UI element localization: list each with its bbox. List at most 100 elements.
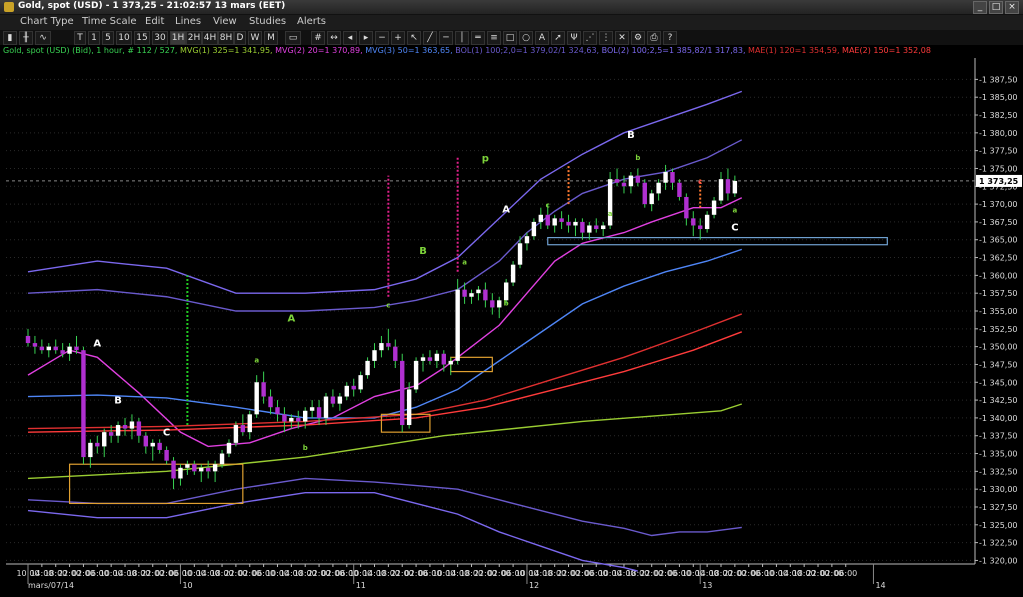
vertical-line-icon[interactable]: │	[455, 31, 469, 45]
grid-icon[interactable]: #	[311, 31, 325, 45]
fibonacci-icon[interactable]: ≡	[487, 31, 501, 45]
y-tick-label: -1 355,00	[979, 307, 1018, 316]
pitchfork-icon[interactable]: Ψ	[567, 31, 581, 45]
candle-body	[199, 467, 204, 472]
period-d-button[interactable]: D	[234, 31, 246, 45]
y-tick-label: -1 377,50	[979, 147, 1018, 156]
menu-view[interactable]: View	[213, 16, 237, 27]
candle-body	[108, 432, 114, 436]
rectangle-tool-icon[interactable]: □	[503, 31, 517, 45]
x-date-label: 13	[702, 581, 712, 590]
candle-body	[670, 172, 675, 183]
period-m-button[interactable]: M	[264, 31, 278, 45]
period-w-button[interactable]: W	[248, 31, 262, 45]
candle-body	[365, 360, 370, 376]
candle-body	[53, 346, 58, 351]
period-1h-button[interactable]: 1H	[170, 31, 186, 45]
candle-body	[594, 225, 599, 230]
candle-body	[545, 214, 550, 226]
candle-body	[254, 382, 259, 415]
candle-body	[600, 225, 606, 230]
candle-body	[289, 417, 294, 422]
y-tick-label: -1 350,00	[979, 343, 1018, 352]
menu-edit[interactable]: Edit	[145, 16, 164, 27]
menu-studies[interactable]: Studies	[249, 16, 286, 27]
arrow-tool-icon[interactable]: ➚	[551, 31, 565, 45]
candle-body	[185, 464, 190, 468]
period-2h-button[interactable]: 2H	[186, 31, 202, 45]
channel-icon[interactable]: ═	[471, 31, 485, 45]
y-tick-label: -1 340,00	[979, 414, 1018, 423]
minimize-button[interactable]: _	[973, 1, 987, 14]
menu-time-scale[interactable]: Time Scale	[82, 16, 137, 27]
candle-body	[427, 357, 433, 361]
candlestick-icon[interactable]: ╫	[19, 31, 33, 45]
y-tick-label: -1 325,00	[979, 521, 1018, 530]
candle-body	[81, 350, 86, 458]
period-tick-button[interactable]: T	[74, 31, 86, 45]
toolbar: ▮ ╫ ∿ T 1 5 10 15 30 1H 2H 4H 8H D W M ▭…	[0, 30, 1023, 45]
maximize-button[interactable]: □	[989, 1, 1003, 14]
candle-body	[115, 425, 121, 436]
delete-drawings-icon[interactable]: ✕	[615, 31, 629, 45]
x-date-label: 10	[182, 581, 192, 590]
candle-body	[614, 179, 620, 183]
candle-body	[226, 442, 232, 454]
menu-alerts[interactable]: Alerts	[297, 16, 326, 27]
cursor-icon[interactable]: ↖	[407, 31, 421, 45]
gann-fan-icon[interactable]: ⋰	[583, 31, 597, 45]
scroll-right-icon[interactable]: ▸	[359, 31, 373, 45]
candle-body	[282, 414, 287, 422]
candle	[607, 172, 613, 230]
crosshair-icon[interactable]: ▭	[285, 31, 301, 45]
candle-body	[711, 200, 717, 215]
candle-body	[732, 180, 738, 194]
zoom-out-icon[interactable]: −	[375, 31, 389, 45]
period-10-button[interactable]: 10	[116, 31, 132, 45]
wave-label: C	[731, 222, 738, 233]
candle-body	[247, 414, 252, 433]
candle-body	[420, 357, 426, 361]
menu-lines[interactable]: Lines	[175, 16, 201, 27]
scroll-left-icon[interactable]: ◂	[343, 31, 357, 45]
period-5-button[interactable]: 5	[102, 31, 114, 45]
period-1-button[interactable]: 1	[88, 31, 100, 45]
scroll-both-icon[interactable]: ↔	[327, 31, 341, 45]
wave-label: B	[419, 246, 427, 257]
candle	[455, 278, 460, 365]
zoom-in-icon[interactable]: +	[391, 31, 405, 45]
candle-body	[718, 179, 724, 201]
menu-chart-type[interactable]: Chart Type	[20, 16, 74, 27]
candle-body	[441, 353, 446, 365]
bar-chart-icon[interactable]: ▮	[3, 31, 17, 45]
candle-body	[476, 289, 481, 294]
candle	[81, 346, 86, 465]
line-chart-icon[interactable]: ∿	[35, 31, 51, 45]
text-tool-icon[interactable]: A	[535, 31, 549, 45]
close-button[interactable]: ×	[1005, 1, 1019, 14]
properties-icon[interactable]: ⚙	[631, 31, 645, 45]
cycle-lines-icon[interactable]: ⋮	[599, 31, 613, 45]
period-30-button[interactable]: 30	[152, 31, 168, 45]
candle-body	[580, 221, 585, 233]
wave-label: c	[546, 202, 550, 210]
y-tick-label: -1 345,00	[979, 378, 1018, 387]
candle	[642, 179, 647, 208]
x-date-label: 11	[356, 581, 366, 590]
trendline-icon[interactable]: ╱	[423, 31, 437, 45]
candle-body	[649, 193, 654, 205]
period-15-button[interactable]: 15	[134, 31, 150, 45]
period-4h-button[interactable]: 4H	[202, 31, 218, 45]
ellipse-tool-icon[interactable]: ○	[519, 31, 533, 45]
title-bar: Gold, spot (USD) - 1 373,25 - 21:02:57 1…	[0, 0, 1023, 15]
price-chart[interactable]: -1 320,00 -1 322,50 -1 325,00 -1 327,50 -1 3…	[0, 56, 1023, 597]
candle-body	[330, 396, 336, 404]
period-8h-button[interactable]: 8H	[218, 31, 234, 45]
y-tick-label: -1 332,50	[979, 467, 1018, 476]
help-icon[interactable]: ?	[663, 31, 677, 45]
candle-body	[150, 442, 155, 447]
horizontal-line-icon[interactable]: ─	[439, 31, 453, 45]
y-tick-label: -1 357,50	[979, 289, 1018, 298]
candle-body	[704, 214, 710, 230]
print-icon[interactable]: ⎙	[647, 31, 661, 45]
